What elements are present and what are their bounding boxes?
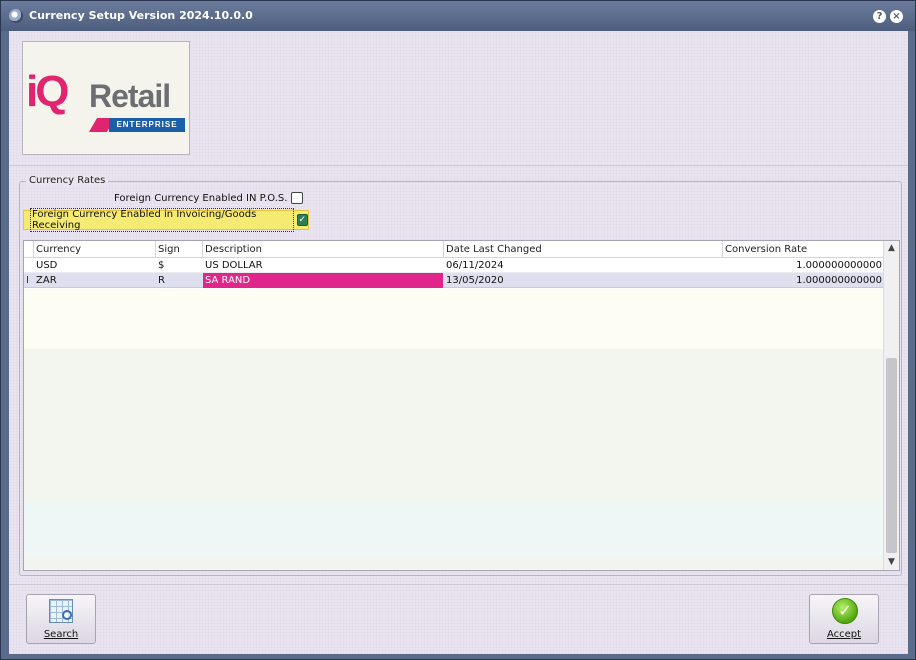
logo-name: Retail: [89, 78, 171, 114]
invoicing-enabled-checkbox[interactable]: ✓: [296, 214, 308, 226]
invoicing-enabled-option[interactable]: Foreign Currency Enabled in Invoicing/Go…: [23, 208, 309, 232]
cell-sign: R: [158, 275, 165, 286]
client-area: iQ Retail ENTERPRISE Currency Rates Fore…: [9, 31, 908, 654]
column-header-sign[interactable]: Sign: [155, 241, 202, 258]
cell-conversion-rate: 1.000000000000: [796, 275, 882, 286]
pos-enabled-checkbox[interactable]: [291, 192, 304, 204]
column-header-date-last-changed[interactable]: Date Last Changed: [443, 241, 722, 258]
current-row-indicator: I: [26, 275, 29, 286]
currency-setup-window: Currency Setup Version 2024.10.0.0 ? × i…: [0, 0, 916, 660]
footer-divider: [9, 584, 908, 585]
logo-edition: ENTERPRISE: [109, 118, 185, 132]
invoicing-enabled-label: Foreign Currency Enabled in Invoicing/Go…: [30, 208, 294, 232]
column-header-description[interactable]: Description: [202, 241, 443, 258]
column-header-currency[interactable]: Currency: [33, 241, 155, 258]
header-divider: [9, 165, 908, 166]
title-bar[interactable]: Currency Setup Version 2024.10.0.0 ? ×: [1, 1, 915, 31]
cell-description: US DOLLAR: [205, 260, 263, 271]
cell-currency: USD: [36, 260, 58, 271]
grid-background-band: [24, 501, 884, 556]
cell-sign: $: [158, 260, 165, 271]
magnifier-icon: [62, 610, 72, 620]
scrollbar-thumb[interactable]: [886, 358, 897, 553]
scroll-up-icon[interactable]: ▲: [884, 241, 899, 256]
grid-background-band: [24, 289, 884, 349]
app-icon: [9, 9, 23, 23]
group-title: Currency Rates: [26, 175, 109, 186]
table-row[interactable]: I ZAR R SA RAND 13/05/2020 1.00000000000…: [24, 273, 884, 288]
pos-enabled-option[interactable]: Foreign Currency Enabled IN P.O.S.: [114, 192, 304, 204]
help-icon[interactable]: ?: [873, 10, 886, 23]
logo-mark: iQ: [26, 67, 69, 116]
cell-date-last-changed: 06/11/2024: [446, 260, 504, 271]
cell-description-selected[interactable]: SA RAND: [203, 273, 443, 288]
currency-rates-group: Currency Rates Foreign Currency Enabled …: [19, 175, 902, 576]
search-button[interactable]: Search: [26, 594, 96, 644]
pos-enabled-label: Foreign Currency Enabled IN P.O.S.: [114, 192, 288, 204]
currency-grid[interactable]: Currency Sign Description Date Last Chan…: [23, 240, 900, 571]
accept-button-label: Accept: [826, 629, 862, 640]
search-button-label: Search: [43, 629, 79, 640]
column-header-conversion-rate[interactable]: Conversion Rate: [722, 241, 884, 258]
cell-date-last-changed: 13/05/2020: [446, 275, 504, 286]
cell-conversion-rate: 1.000000000000: [796, 260, 882, 271]
scroll-down-icon[interactable]: ▼: [884, 555, 899, 570]
cell-currency: ZAR: [36, 275, 57, 286]
accept-button[interactable]: ✓ Accept: [809, 594, 879, 644]
vertical-scrollbar[interactable]: ▲ ▼: [883, 241, 899, 570]
window-title: Currency Setup Version 2024.10.0.0: [29, 9, 253, 22]
iq-retail-logo: iQ Retail ENTERPRISE: [22, 41, 190, 155]
grid-background-band: [24, 349, 884, 501]
close-icon[interactable]: ×: [890, 10, 903, 23]
grid-background-band: [24, 556, 884, 570]
check-icon: ✓: [832, 598, 858, 624]
search-grid-icon: [49, 599, 73, 623]
table-row[interactable]: USD $ US DOLLAR 06/11/2024 1.00000000000…: [24, 258, 884, 273]
grid-header: Currency Sign Description Date Last Chan…: [24, 241, 884, 258]
